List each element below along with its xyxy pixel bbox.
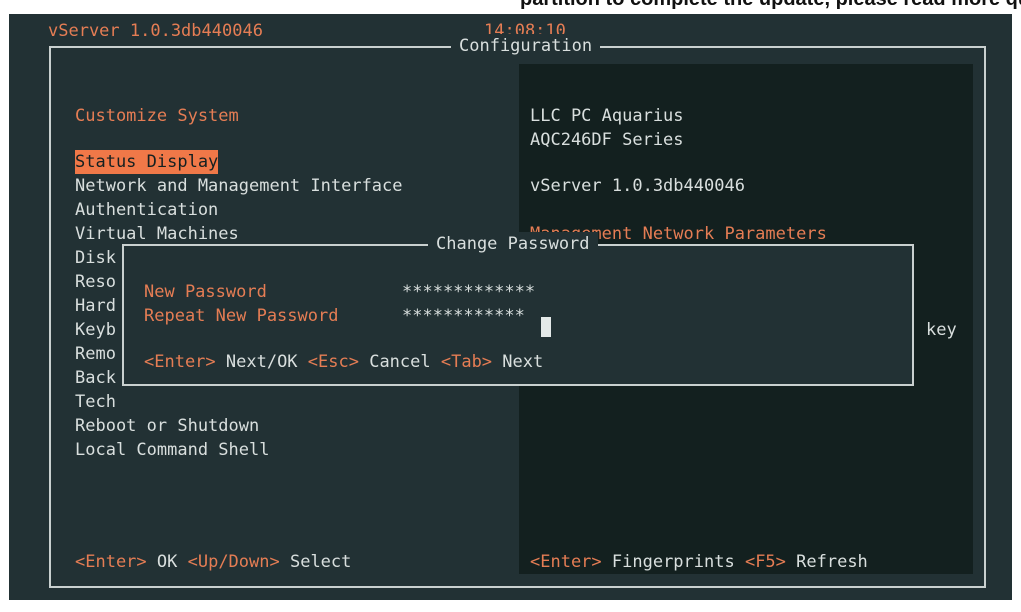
change-password-dialog: Change Password New Password ***********… [122, 232, 914, 386]
model-name: AQC246DF Series [530, 130, 684, 150]
repeat-password-label: Repeat New Password [144, 306, 339, 326]
screenshot: partition to complete the update, please… [0, 0, 1021, 612]
menu-item-local-command-shell[interactable]: Local Command Shell [75, 438, 269, 462]
cancel-hint-text: Cancel [358, 352, 441, 372]
menu-item-status-display[interactable]: Status Display [75, 150, 219, 174]
updown-key-hint: <Up/Down> [187, 552, 280, 572]
refresh-hint-text: Refresh [785, 552, 868, 572]
dialog-key-hints: <Enter> Next/OK <Esc> Cancel <Tab> Next [144, 350, 543, 374]
menu-item-tech[interactable]: Tech [75, 390, 116, 414]
next-ok-hint-text: Next/OK [215, 352, 308, 372]
menu-item-reboot-shutdown[interactable]: Reboot or Shutdown [75, 414, 259, 438]
repeat-password-field[interactable]: ************ [402, 304, 525, 328]
terminal-console: vServer 1.0.3db440046 14:08:10 Configura… [9, 14, 1012, 600]
menu-heading: Customize System [75, 106, 239, 126]
menu-item-hard[interactable]: Hard [75, 294, 116, 318]
app-version-header: vServer 1.0.3db440046 [48, 21, 263, 41]
new-password-field[interactable]: ************* [402, 280, 535, 304]
enter-key-hint: <Enter> [75, 552, 147, 572]
next-hint-text: Next [492, 352, 544, 372]
enter-key-hint: <Enter> [530, 552, 602, 572]
menu-item-disk[interactable]: Disk [75, 246, 116, 270]
info-footer-hints: <Enter> Fingerprints <F5> Refresh [530, 550, 868, 574]
dialog-title: Change Password [428, 232, 598, 256]
menu-item-back[interactable]: Back [75, 366, 116, 390]
menu-item-keyb[interactable]: Keyb [75, 318, 116, 342]
menu-item-authentication[interactable]: Authentication [75, 198, 218, 222]
partial-key-text: key [926, 320, 957, 340]
tab-key-hint: <Tab> [440, 352, 493, 372]
menu-item-virtual-machines[interactable]: Virtual Machines [75, 222, 239, 246]
menu-item-reso[interactable]: Reso [75, 270, 116, 294]
vendor-name: LLC PC Aquarius [530, 106, 684, 126]
esc-key-hint: <Esc> [307, 352, 359, 372]
menu-footer-hints: <Enter> OK <Up/Down> Select [75, 550, 351, 574]
server-version: vServer 1.0.3db440046 [530, 176, 745, 196]
menu-item-network-management[interactable]: Network and Management Interface [75, 174, 403, 198]
menu-item-remo[interactable]: Remo [75, 342, 116, 366]
text-cursor [541, 317, 551, 337]
new-password-label: New Password [144, 282, 267, 302]
enter-key-hint: <Enter> [144, 352, 216, 372]
f5-key-hint: <F5> [744, 552, 786, 572]
cropped-top-text: partition to complete the update, please… [520, 0, 1021, 11]
configuration-title: Configuration [451, 34, 601, 58]
ok-hint-text: OK [146, 552, 188, 572]
select-hint-text: Select [279, 552, 352, 572]
fingerprints-hint-text: Fingerprints [601, 552, 745, 572]
